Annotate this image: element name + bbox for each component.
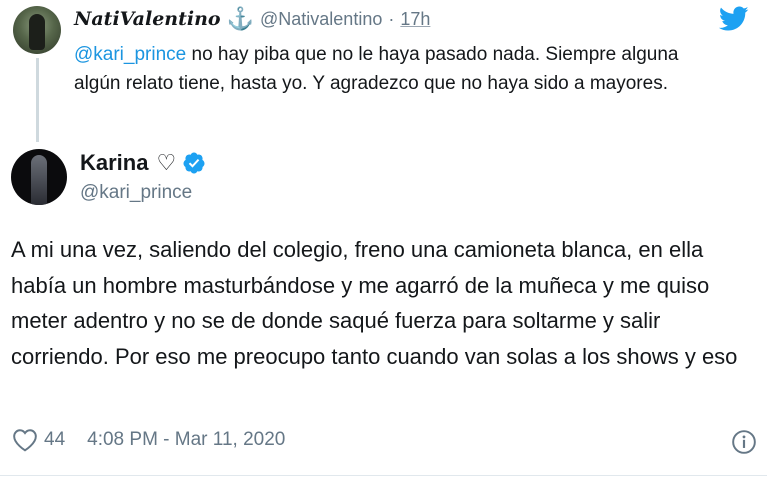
anchor-icon: ⚓ (226, 6, 254, 31)
reply-display-name[interactable]: NatiValentino (74, 8, 221, 30)
author-name-row: Karina ♡ (80, 150, 206, 176)
avatar-figure (31, 155, 47, 205)
name-heart-emoji: ♡ (156, 150, 177, 175)
reply-handle[interactable]: @Nativalentino (260, 9, 382, 30)
like-count: 44 (44, 429, 66, 450)
reply-separator: · (388, 8, 395, 29)
heart-outline-icon[interactable] (12, 428, 38, 452)
bottom-divider (0, 475, 767, 476)
info-icon[interactable] (731, 429, 757, 455)
tweet-footer: 44 4:08 PM - Mar 11, 2020 (12, 428, 755, 452)
verified-badge-icon (183, 152, 205, 174)
author-block: Karina ♡ @kari_prince (80, 150, 206, 204)
reply-time[interactable]: 17h (400, 9, 430, 30)
author-display-name[interactable]: Karina (80, 150, 148, 176)
reply-avatar[interactable] (13, 6, 61, 54)
thread-connector-line (36, 58, 39, 142)
tweet-timestamp[interactable]: 4:08 PM - Mar 11, 2020 (87, 429, 285, 451)
reply-mention-link[interactable]: @kari_prince (74, 44, 186, 65)
twitter-bird-icon[interactable] (719, 6, 749, 32)
author-handle[interactable]: @kari_prince (80, 182, 206, 204)
avatar-figure (29, 14, 45, 50)
reply-header: NatiValentino ⚓ @Nativalentino · 17h (74, 6, 430, 31)
reply-text: @kari_prince no hay piba que no le haya … (74, 40, 724, 98)
author-avatar[interactable] (11, 149, 67, 205)
tweet-body: A mi una vez, saliendo del colegio, fren… (11, 237, 738, 369)
